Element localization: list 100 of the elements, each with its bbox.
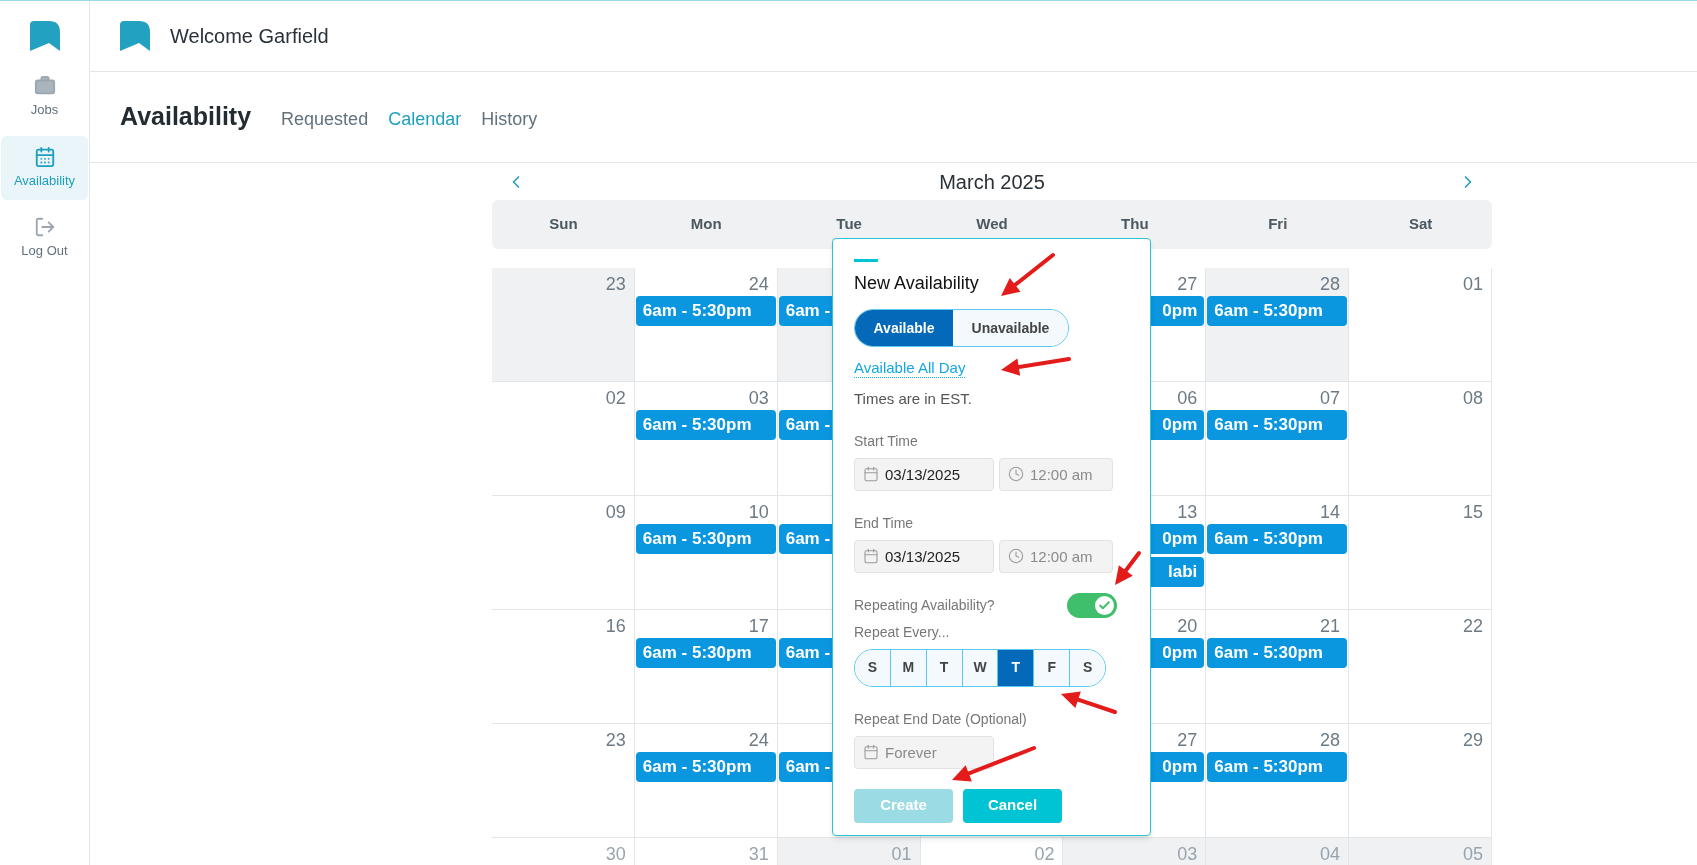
day-cell[interactable]: 07 6am - 5:30pm	[1206, 382, 1350, 496]
day-number: 04	[1320, 842, 1341, 865]
tab[interactable]: Calendar	[388, 105, 462, 133]
day-cell[interactable]: 28 6am - 5:30pm	[1206, 724, 1350, 838]
day-cell[interactable]: 29	[1349, 724, 1492, 838]
check-icon	[1098, 598, 1111, 612]
day-cell[interactable]: 15	[1349, 496, 1492, 610]
day-number: 05	[1462, 842, 1483, 865]
annotation-arrow	[1001, 357, 1071, 376]
day-number: 14	[1320, 500, 1341, 524]
annotation-arrow	[1115, 551, 1141, 585]
weekday-label: Fri	[1267, 214, 1289, 235]
day-number: 15	[1462, 500, 1483, 524]
timezone-note: Times are in EST.	[854, 389, 973, 409]
weekday-toggle[interactable]: S	[1069, 649, 1105, 686]
day-cell[interactable]: 22	[1349, 610, 1492, 724]
weekday-toggle[interactable]: W	[961, 649, 998, 686]
calendar-icon	[863, 743, 879, 760]
day-cell[interactable]: 24 6am - 5:30pm	[634, 268, 778, 382]
day-number: 28	[1320, 728, 1341, 752]
day-cell[interactable]: 02	[492, 382, 635, 496]
mode-toggle-option[interactable]: Available	[855, 310, 953, 346]
repeating-switch[interactable]	[1067, 592, 1117, 618]
event-chip[interactable]: 6am - 5:30pm	[635, 410, 776, 440]
date-field[interactable]: 03/13/2025	[854, 539, 994, 573]
logout-icon	[33, 216, 56, 238]
weekday-label: Tue	[835, 214, 863, 235]
time-field[interactable]: 12:00 am	[999, 539, 1113, 573]
event-chip[interactable]: 6am - 5:30pm	[1207, 638, 1348, 668]
event-chip[interactable]: 6am - 5:30pm	[1207, 296, 1348, 326]
mode-toggle-option[interactable]: Unavailable	[953, 310, 1068, 346]
day-cell[interactable]: 05	[1349, 838, 1492, 865]
date-field[interactable]: Forever	[854, 735, 994, 769]
day-number: 10	[748, 500, 769, 524]
day-number: 20	[1177, 614, 1198, 638]
annotation-arrow	[1061, 691, 1117, 714]
day-cell[interactable]: 04	[1206, 838, 1350, 865]
time-field[interactable]: 12:00 am	[999, 457, 1113, 491]
day-cell[interactable]: 03 6am - 5:30pm	[634, 382, 778, 496]
day-cell[interactable]: 03	[1063, 838, 1207, 865]
day-cell[interactable]: 23	[492, 268, 635, 382]
day-number: 09	[605, 500, 626, 524]
day-number: 01	[1462, 272, 1483, 296]
day-number: 28	[1320, 272, 1341, 296]
weekday-label: Mon	[689, 214, 723, 235]
day-cell[interactable]: 09	[492, 496, 635, 610]
day-number: 29	[1462, 728, 1483, 752]
calendar-icon	[863, 465, 879, 482]
day-number: 02	[605, 386, 626, 410]
event-chip[interactable]: 6am - 5:30pm	[635, 638, 776, 668]
day-cell[interactable]: 10 6am - 5:30pm	[634, 496, 778, 610]
weekday-label: Thu	[1120, 214, 1150, 235]
event-chip[interactable]: 6am - 5:30pm	[635, 752, 776, 782]
day-cell[interactable]: 28 6am - 5:30pm	[1206, 268, 1350, 382]
logo-icon	[29, 21, 60, 51]
event-chip[interactable]: 6am - 5:30pm	[635, 296, 776, 326]
weekday-label: Wed	[975, 214, 1009, 235]
event-chip[interactable]: 6am - 5:30pm	[1207, 410, 1348, 440]
day-number: 03	[1177, 842, 1198, 865]
weekday-toggle[interactable]: F	[1033, 649, 1070, 686]
day-number: 30	[605, 842, 626, 865]
event-chip[interactable]: 6am - 5:30pm	[1207, 752, 1348, 782]
event-chip[interactable]: 6am - 5:30pm	[1207, 524, 1348, 554]
weekday-toggle[interactable]: S	[855, 649, 890, 686]
day-cell[interactable]: 21 6am - 5:30pm	[1206, 610, 1350, 724]
day-number: 13	[1177, 500, 1198, 524]
month-title: March 2025	[939, 169, 1045, 195]
welcome-text: Welcome Garfield	[170, 24, 329, 49]
day-number: 01	[891, 842, 912, 865]
day-cell[interactable]: 01	[777, 838, 921, 865]
clock-icon	[1008, 465, 1024, 482]
day-number: 02	[1034, 842, 1055, 865]
sidebar-item[interactable]: Availability	[1, 135, 88, 200]
tab[interactable]: History	[481, 105, 538, 133]
weekday-toggle[interactable]: T	[997, 649, 1034, 686]
day-cell[interactable]: 01	[1349, 268, 1492, 382]
weekday-toggle[interactable]: M	[889, 649, 926, 686]
tab[interactable]: Requested	[281, 105, 369, 133]
repeat-every-label: Repeat Every...	[854, 622, 951, 642]
day-cell[interactable]: 16	[492, 610, 635, 724]
day-cell[interactable]: 08	[1349, 382, 1492, 496]
day-cell[interactable]: 24 6am - 5:30pm	[634, 724, 778, 838]
sidebar-item[interactable]: Log Out	[1, 206, 88, 271]
event-chip[interactable]: 6am - 5:30pm	[635, 524, 776, 554]
sidebar-item[interactable]: Jobs	[1, 65, 88, 130]
day-number: 27	[1177, 728, 1198, 752]
weekday-label: Sat	[1407, 214, 1434, 235]
weekday-toggle[interactable]: T	[925, 649, 962, 686]
all-day-link[interactable]: Available All Day	[854, 359, 966, 378]
day-cell[interactable]: 14 6am - 5:30pm	[1206, 496, 1350, 610]
calendar-icon	[33, 145, 56, 168]
day-cell[interactable]: 17 6am - 5:30pm	[634, 610, 778, 724]
repeating-label: Repeating Availability?	[854, 595, 995, 615]
day-number: 06	[1177, 386, 1198, 410]
field-label: End Time	[854, 513, 915, 533]
day-cell[interactable]: 23	[492, 724, 635, 838]
date-field[interactable]: 03/13/2025	[854, 457, 994, 491]
day-number: 03	[748, 386, 769, 410]
day-number: 24	[748, 728, 769, 752]
clock-icon	[1008, 547, 1024, 564]
